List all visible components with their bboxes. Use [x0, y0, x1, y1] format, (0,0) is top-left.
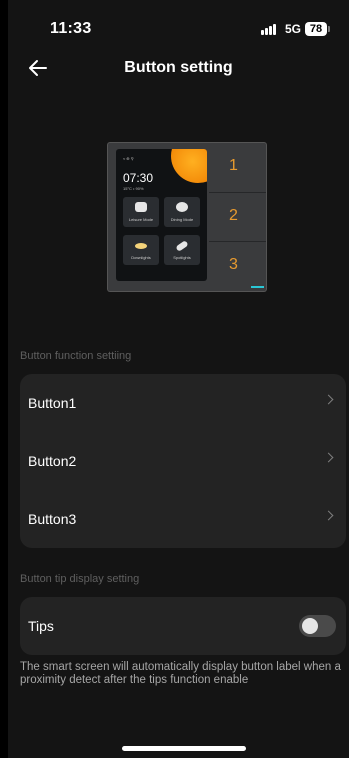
button2-row[interactable]: Button2 — [20, 432, 346, 490]
scene-tile: Spotlights — [164, 235, 200, 265]
scene-label: Dining Mode — [170, 217, 194, 222]
chevron-right-icon — [323, 510, 334, 521]
tips-description: The smart screen will automatically disp… — [20, 661, 341, 686]
device-clock: 07:30 — [123, 171, 154, 185]
toggle-knob — [302, 618, 318, 634]
sun-icon — [171, 149, 207, 183]
tips-toggle[interactable] — [299, 615, 336, 637]
home-indicator[interactable] — [122, 746, 246, 751]
button3-row[interactable]: Button3 — [20, 490, 346, 548]
spotlight-icon — [175, 240, 189, 252]
chevron-right-icon — [323, 452, 334, 463]
scene-tile: Dining Mode — [164, 197, 200, 227]
tips-card: Tips — [20, 597, 346, 655]
device-status-icons: ≈ ⊕ ⚲ — [123, 156, 134, 161]
key-number: 3 — [229, 256, 238, 273]
scene-tile: Leisure Mode — [123, 197, 159, 227]
downlight-icon — [135, 243, 147, 249]
header: Button setting — [8, 52, 349, 86]
battery-icon: 78 — [305, 22, 330, 36]
tips-label: Tips — [28, 618, 54, 634]
app-screen: 11:33 5G 78 Button setting ≈ ⊕ ⚲ 07:30 1… — [8, 0, 349, 758]
device-key: 1 — [209, 143, 266, 192]
status-bar: 11:33 5G 78 — [8, 0, 349, 48]
chevron-right-icon — [323, 394, 334, 405]
key-indicator — [251, 286, 264, 288]
tip-section-title: Button tip display setting — [20, 573, 140, 585]
device-keys: 1 2 3 — [209, 143, 266, 291]
function-section-title: Button function settiing — [20, 350, 132, 362]
button1-row[interactable]: Button1 — [20, 374, 346, 432]
device-weather-info: 15°C • 90% — [123, 186, 144, 191]
row-label: Button1 — [28, 395, 77, 411]
row-label: Button2 — [28, 453, 77, 469]
device-display: ≈ ⊕ ⚲ 07:30 15°C • 90% Leisure Mode Dini… — [116, 149, 207, 281]
device-key: 3 — [209, 241, 266, 291]
status-time: 11:33 — [50, 20, 92, 37]
scene-label: Downlights — [131, 255, 151, 260]
dining-icon — [176, 202, 188, 212]
coffee-icon — [135, 202, 147, 212]
key-number: 2 — [229, 207, 238, 224]
row-label: Button3 — [28, 511, 77, 527]
device-preview: ≈ ⊕ ⚲ 07:30 15°C • 90% Leisure Mode Dini… — [108, 143, 266, 291]
scene-label: Leisure Mode — [128, 217, 154, 222]
device-key: 2 — [209, 192, 266, 242]
key-number: 1 — [229, 157, 238, 174]
tips-row: Tips — [20, 597, 346, 655]
signal-icon — [261, 23, 276, 35]
scene-label: Spotlights — [173, 255, 191, 260]
scene-tile: Downlights — [123, 235, 159, 265]
network-type: 5G — [285, 22, 302, 36]
page-title: Button setting — [124, 59, 233, 76]
button-list: Button1 Button2 Button3 — [20, 374, 346, 548]
